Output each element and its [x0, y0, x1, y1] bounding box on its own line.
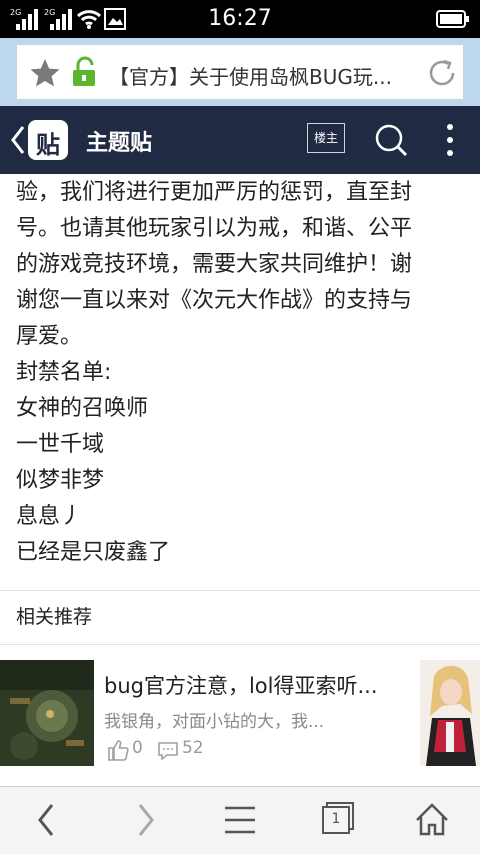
content-line: 一世千域	[16, 432, 105, 457]
like-count: 0	[132, 738, 143, 758]
forward-arrow-button[interactable]	[116, 787, 176, 855]
comment-count: 52	[182, 738, 204, 758]
tabs-button[interactable]: 1	[306, 787, 366, 855]
content-line: 封禁名单:	[16, 360, 112, 385]
menu-button[interactable]	[210, 787, 270, 855]
home-icon[interactable]	[402, 787, 462, 855]
post-content: 验，我们将进行更加严厉的惩罚，直至封 号。也请其他玩家引以为戒，和谐、公平 的游…	[16, 175, 466, 571]
address-bar-container: 【官方】关于使用岛枫BUG玩...	[0, 38, 480, 106]
content-line: 验，我们将进行更加严厉的惩罚，直至封	[16, 180, 413, 205]
status-bar: 2G 2G 16:27	[0, 0, 480, 38]
tieba-logo-char: 贴	[36, 131, 60, 159]
tieba-logo: 贴	[28, 120, 68, 160]
content-line: 的游戏竞技环境，需要大家共同维护！谢	[16, 252, 413, 277]
divider	[0, 590, 480, 591]
louzhu-only-button[interactable]: 楼主	[307, 123, 345, 153]
home-button[interactable]	[402, 787, 462, 855]
lock-icon	[73, 56, 95, 86]
search-icon[interactable]	[374, 123, 408, 157]
refresh-icon[interactable]	[427, 58, 457, 88]
related-thumbnail-character[interactable]	[420, 660, 480, 766]
topic-nav-bar: 贴 主题贴 楼主	[0, 106, 480, 174]
page-title: 主题贴	[86, 131, 153, 156]
related-item-snippet: 我银角，对面小钻的大，我...	[104, 712, 325, 732]
battery-icon	[436, 10, 469, 28]
like-icon	[108, 740, 129, 761]
related-item-title[interactable]: bug官方注意，lol得亚索听...	[104, 670, 408, 700]
more-icon[interactable]	[445, 123, 455, 157]
comment-icon	[158, 742, 178, 761]
content-line: 号。也请其他玩家引以为戒，和谐、公平	[16, 216, 413, 241]
back-icon[interactable]	[10, 125, 26, 155]
browser-toolbar: 1	[0, 786, 480, 854]
clock: 16:27	[208, 6, 272, 31]
related-section-title: 相关推荐	[16, 606, 93, 628]
related-item[interactable]: bug官方注意，lol得亚索听... 我银角，对面小钻的大，我... 0 52	[0, 660, 480, 766]
back-arrow-icon[interactable]	[16, 787, 76, 855]
content-line: 谢您一直以来对《次元大作战》的支持与	[16, 288, 413, 313]
content-line: 厚爱。	[16, 324, 83, 349]
tabs-count: 1	[331, 811, 341, 827]
content-line: 女神的召唤师	[16, 396, 149, 421]
menu-icon[interactable]	[210, 787, 270, 855]
address-bar[interactable]: 【官方】关于使用岛枫BUG玩...	[16, 44, 464, 100]
star-icon[interactable]	[29, 57, 61, 89]
forward-arrow-icon[interactable]	[116, 787, 176, 855]
url-text[interactable]: 【官方】关于使用岛枫BUG玩...	[109, 61, 409, 87]
related-thumbnail-game-map[interactable]	[0, 660, 94, 766]
content-line: 似梦非梦	[16, 468, 105, 493]
content-line: 息息丿	[16, 504, 83, 529]
back-arrow-button[interactable]	[16, 787, 76, 855]
divider	[0, 644, 480, 645]
content-line: 已经是只废鑫了	[16, 540, 171, 565]
